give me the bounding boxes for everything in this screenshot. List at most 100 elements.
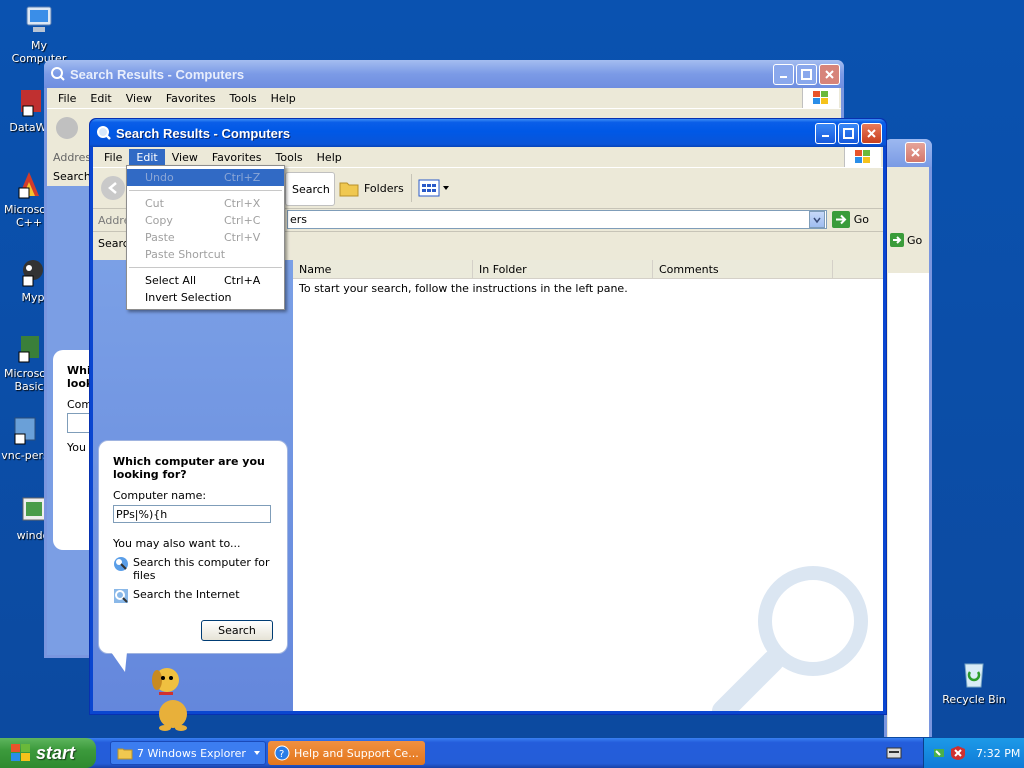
minimize-icon <box>821 135 829 137</box>
menu-favorites[interactable]: Favorites <box>159 90 223 107</box>
close-button[interactable] <box>861 122 882 144</box>
menu-item-copy[interactable]: Copy Ctrl+C <box>127 212 284 229</box>
recycle-bin-desktop-icon[interactable]: Recycle Bin <box>937 658 1011 706</box>
menu-edit[interactable]: Edit <box>129 148 165 166</box>
menu-help[interactable]: Help <box>310 149 349 166</box>
menu-file[interactable]: File <box>97 149 129 166</box>
menu-item-paste[interactable]: Paste Ctrl+V <box>127 229 284 246</box>
computer-name-label: Computer name: <box>113 489 207 502</box>
back-nav-icon[interactable] <box>56 117 78 139</box>
menu-item-label: Invert Selection <box>145 291 232 304</box>
maximize-button[interactable] <box>838 122 859 144</box>
menu-file[interactable]: File <box>51 90 83 107</box>
go-label: Go <box>853 213 869 226</box>
keyboard-icon[interactable] <box>886 747 902 762</box>
help-icon: ? <box>274 745 290 761</box>
address-dropdown-button[interactable] <box>809 211 825 228</box>
network-icon[interactable] <box>932 745 948 761</box>
menu-item-label: Paste <box>145 231 175 244</box>
views-icon <box>418 179 440 197</box>
menu-item-invert-selection[interactable]: Invert Selection <box>127 289 284 306</box>
menu-item-paste-shortcut[interactable]: Paste Shortcut <box>127 246 284 263</box>
column-comments[interactable]: Comments <box>653 260 833 278</box>
search-button[interactable]: Search <box>201 620 273 641</box>
search-toolbar-button[interactable]: Search <box>285 172 335 206</box>
maximize-button[interactable] <box>796 63 817 85</box>
menu-item-undo[interactable]: Undo Ctrl+Z <box>127 169 284 186</box>
back-comp-label: Comp <box>67 398 89 411</box>
menu-item-select-all[interactable]: Select All Ctrl+A <box>127 272 284 289</box>
desktop: My Computer DataWa Microsoft C++ Myp Mic… <box>0 0 1024 738</box>
visual-cpp-icon <box>13 168 45 200</box>
address-input[interactable]: ers <box>287 210 827 229</box>
window-title: Search Results - Computers <box>70 66 245 82</box>
minimize-button[interactable] <box>773 63 794 85</box>
go-arrow-icon <box>890 233 904 247</box>
balloon-title: Which computer are you looking for? <box>113 455 265 481</box>
close-icon <box>867 128 876 138</box>
go-button[interactable]: Go <box>831 211 869 228</box>
menu-edit[interactable]: Edit <box>83 90 118 107</box>
clock[interactable]: 7:32 PM <box>976 747 1020 760</box>
menu-item-shortcut: Ctrl+X <box>224 197 261 210</box>
desktop-icon-label: Recycle Bin <box>942 693 1006 706</box>
menu-item-label: Undo <box>145 171 174 184</box>
go-button[interactable]: Go <box>890 233 922 247</box>
svg-text:?: ? <box>279 749 284 760</box>
computer-name-input[interactable] <box>113 505 271 523</box>
close-button[interactable] <box>905 142 926 163</box>
search-files-link[interactable]: Search this computer for files <box>113 556 273 582</box>
background-explorer-window[interactable]: Go <box>884 139 932 737</box>
chevron-down-icon <box>254 751 260 755</box>
taskbar-help-and-support[interactable]: ? Help and Support Ce... <box>268 741 425 765</box>
my-computer-desktop-icon[interactable]: My Computer <box>2 4 76 65</box>
menu-view[interactable]: View <box>165 149 205 166</box>
task-label: 7 Windows Explorer <box>137 746 246 760</box>
back-arrow-icon <box>108 182 117 194</box>
menu-item-shortcut: Ctrl+C <box>224 214 261 227</box>
column-in-folder[interactable]: In Folder <box>473 260 653 278</box>
search-internet-label: Search the Internet <box>133 588 240 601</box>
taskbar: start 7 Windows Explorer ? Help and Supp… <box>0 738 1024 768</box>
security-alert-icon[interactable] <box>950 745 966 761</box>
back-menubar: File Edit View Favorites Tools Help <box>47 88 841 108</box>
search-dog-icon <box>143 662 203 735</box>
menu-item-label: Select All <box>145 274 197 287</box>
maximize-icon <box>801 68 812 80</box>
vnc-icon <box>9 414 41 446</box>
search-magnifier-icon <box>51 67 65 81</box>
maximize-icon <box>843 127 854 139</box>
minimize-button[interactable] <box>815 122 836 144</box>
menubar: File Edit View Favorites Tools Help <box>93 147 883 167</box>
taskbar-windows-explorer-group[interactable]: 7 Windows Explorer <box>110 741 266 765</box>
search-internet-link[interactable]: Search the Internet <box>113 588 273 604</box>
menu-item-label: Copy <box>145 214 173 227</box>
menu-favorites[interactable]: Favorites <box>205 149 269 166</box>
desktop-icon-label: Myp <box>21 291 45 304</box>
back-you-label: You <box>67 441 86 454</box>
back-nav-button[interactable] <box>101 176 125 200</box>
magnifier-watermark-icon <box>712 566 868 711</box>
views-toolbar-button[interactable] <box>418 176 452 200</box>
close-button[interactable] <box>819 63 840 85</box>
chevron-down-icon <box>813 217 821 223</box>
start-button[interactable]: start <box>0 738 96 768</box>
windows-logo-icon <box>844 147 881 167</box>
column-name[interactable]: Name <box>293 260 473 278</box>
menu-view[interactable]: View <box>119 90 159 107</box>
go-label: Go <box>907 233 923 247</box>
search-computer-icon <box>114 557 128 571</box>
menu-tools[interactable]: Tools <box>223 90 264 107</box>
windows-logo-icon <box>802 88 839 108</box>
back-window-titlebar[interactable]: Search Results - Computers <box>44 60 844 88</box>
folders-toolbar-button[interactable]: Folders <box>338 176 404 200</box>
front-window-titlebar[interactable]: Search Results - Computers <box>90 119 886 147</box>
empty-results-message: To start your search, follow the instruc… <box>299 282 628 295</box>
menu-tools[interactable]: Tools <box>269 149 310 166</box>
background-window-titlebar <box>884 139 932 167</box>
menu-help[interactable]: Help <box>264 90 303 107</box>
menu-item-cut[interactable]: Cut Ctrl+X <box>127 195 284 212</box>
folders-icon <box>339 182 359 197</box>
search-magnifier-icon <box>97 126 111 140</box>
start-label: start <box>36 742 76 763</box>
